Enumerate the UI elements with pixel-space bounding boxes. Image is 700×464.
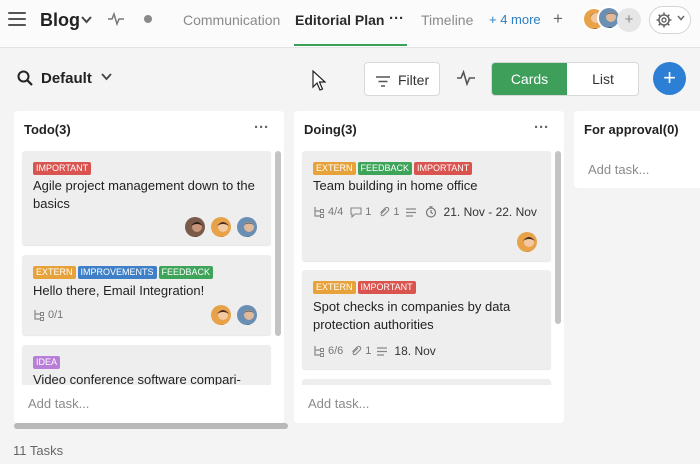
task-title: Agile project management down to the bas… <box>33 178 255 211</box>
assignee-avatars <box>515 230 539 254</box>
top-bar: Blog Communication Editorial Plan ··· Ti… <box>0 0 700 48</box>
tab-communication[interactable]: Communication <box>183 12 280 28</box>
tag-idea: IDEA <box>33 356 61 369</box>
task-title: Team building in home office <box>313 178 478 193</box>
tag-extern: EXTERN <box>313 162 356 175</box>
board-horizontal-scrollbar[interactable] <box>14 423 288 429</box>
comment-count: 1 <box>365 206 372 218</box>
gear-icon <box>656 12 672 33</box>
cards-view-button[interactable]: Cards <box>492 63 567 95</box>
task-title: Hello there, Email Integration! <box>33 283 205 298</box>
column-title: For approval(0) <box>584 122 679 137</box>
add-view-button[interactable]: + <box>553 9 563 29</box>
filter-lines-icon <box>376 74 390 92</box>
add-task-input[interactable]: Add task... <box>308 396 369 411</box>
task-count: 11 Tasks <box>13 443 64 458</box>
assignee-avatar[interactable] <box>515 230 539 254</box>
activity-icon[interactable] <box>108 11 124 31</box>
board-column-todo: Todo(3) ··· IMPORTANT Agile project mana… <box>14 111 284 423</box>
add-task-button[interactable]: + <box>653 62 686 95</box>
status-dot-icon <box>144 15 152 23</box>
column-title: Doing(3) <box>304 122 357 137</box>
active-tab-indicator <box>294 44 407 46</box>
search-icon[interactable] <box>17 70 33 91</box>
saved-filter-name[interactable]: Default <box>41 70 92 87</box>
subtask-icon <box>314 207 324 218</box>
task-meta: 4/4 1 1 21. Nov - 22. Nov <box>313 205 537 219</box>
chevron-down-icon[interactable] <box>81 13 92 27</box>
task-title: Video conference software compari- <box>33 372 241 385</box>
tag-important: IMPORTANT <box>357 281 416 294</box>
board-column-doing: Doing(3) ··· EXTERN FEEDBACK IMPORTANT T… <box>294 111 564 423</box>
mouse-cursor-icon <box>312 69 327 97</box>
task-card[interactable]: IMPORTANT Agile project management down … <box>22 151 271 245</box>
assignee-avatar[interactable] <box>209 303 233 327</box>
attachment-count: 1 <box>365 345 372 357</box>
add-member-button[interactable]: + <box>617 8 641 32</box>
more-tabs-link[interactable]: + 4 more <box>489 12 541 27</box>
tag-improvements: IMPROVEMENTS <box>77 266 157 279</box>
task-meta: 6/6 1 18. Nov <box>313 344 436 358</box>
attachment-icon <box>380 206 390 217</box>
tag-feedback: FEEDBACK <box>357 162 413 175</box>
attachment-count: 1 <box>393 206 400 218</box>
assignee-avatars <box>183 215 259 239</box>
clock-icon <box>425 206 436 218</box>
subtask-count: 0/1 <box>48 309 64 321</box>
column-scrollbar[interactable] <box>275 151 281 336</box>
tag-extern: EXTERN <box>313 281 356 294</box>
filter-button-label: Filter <box>398 72 430 88</box>
tag-important: IMPORTANT <box>414 162 473 175</box>
comment-icon <box>350 207 362 218</box>
menu-icon[interactable] <box>8 11 26 27</box>
column-options-icon[interactable]: ··· <box>534 119 549 136</box>
assignee-avatar[interactable] <box>183 215 207 239</box>
tag-extern: EXTERN <box>33 266 76 279</box>
board-column-for-approval: For approval(0) Add task... <box>574 111 700 188</box>
due-date: 21. Nov - 22. Nov <box>443 205 537 219</box>
activity-icon[interactable] <box>457 69 475 91</box>
task-card[interactable]: EXTERN IMPORTANT Spot checks in companie… <box>302 270 551 369</box>
column-options-icon[interactable]: ··· <box>254 119 269 136</box>
settings-button[interactable] <box>649 6 691 34</box>
task-card[interactable]: EXTERN FEEDBACK IMPORTANT Team building … <box>302 151 551 261</box>
task-card[interactable]: IDEA Video conference software compari- <box>22 345 271 385</box>
assignee-avatar[interactable] <box>209 215 233 239</box>
subtask-icon <box>34 310 44 321</box>
subtask-count: 4/4 <box>328 206 344 218</box>
description-icon <box>405 207 416 217</box>
view-toggle: Cards List <box>491 62 639 96</box>
add-task-input[interactable]: Add task... <box>28 396 89 411</box>
task-title: Spot checks in companies by data protect… <box>313 299 511 332</box>
task-meta: 0/1 <box>33 309 63 321</box>
tag-important: IMPORTANT <box>33 162 92 175</box>
task-card[interactable]: EXTERN IMPROVEMENTS FEEDBACK Hello there… <box>22 255 271 335</box>
description-icon <box>377 346 388 356</box>
attachment-icon <box>352 345 362 356</box>
column-title: Todo(3) <box>24 122 71 137</box>
due-date: 18. Nov <box>394 344 436 358</box>
chevron-down-icon[interactable] <box>101 72 112 84</box>
assignee-avatars <box>209 303 259 327</box>
subtask-count: 6/6 <box>328 345 344 357</box>
add-task-input[interactable]: Add task... <box>588 162 649 177</box>
assignee-avatar[interactable] <box>235 215 259 239</box>
column-scrollbar[interactable] <box>555 151 561 324</box>
tag-feedback: FEEDBACK <box>158 266 214 279</box>
project-title[interactable]: Blog <box>40 10 80 31</box>
tab-editorial-plan[interactable]: Editorial Plan <box>295 12 384 28</box>
subtask-icon <box>314 346 324 357</box>
tab-timeline[interactable]: Timeline <box>421 12 473 28</box>
filter-button[interactable]: Filter <box>364 62 440 96</box>
list-view-button[interactable]: List <box>567 63 638 95</box>
chevron-down-icon <box>677 13 685 24</box>
assignee-avatar[interactable] <box>235 303 259 327</box>
tab-options-icon[interactable]: ··· <box>389 10 404 27</box>
